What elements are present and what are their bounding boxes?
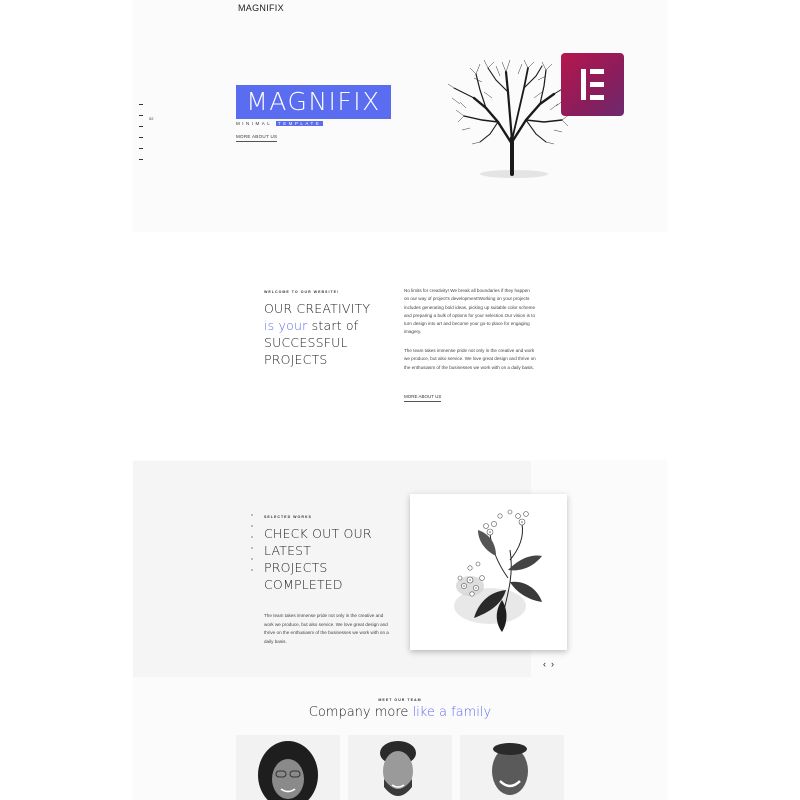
team-member-photo[interactable] xyxy=(460,735,564,800)
works-dot[interactable] xyxy=(251,547,253,549)
tree-icon xyxy=(447,59,575,178)
chevron-left-icon[interactable]: ‹ xyxy=(543,659,546,669)
team-heading-plain: Company more xyxy=(308,705,413,720)
works-dot[interactable] xyxy=(251,558,253,560)
works-heading-line4: COMPLETED xyxy=(264,577,343,592)
avatar xyxy=(236,735,340,800)
about-heading-line2: is your start of xyxy=(264,317,370,334)
about-eyebrow: WELCOME TO OUR WEBSITE! xyxy=(264,290,340,294)
about-paragraph-2: The team takes immense pride not only in… xyxy=(404,348,536,370)
about-heading-line1: OUR CREATIVITY xyxy=(264,301,371,316)
flower-icon xyxy=(454,509,542,632)
page-dot[interactable] xyxy=(139,104,143,105)
about-heading-line3: SUCCESSFUL xyxy=(264,335,348,350)
works-paragraph: The team takes immense pride not only in… xyxy=(264,613,389,644)
works-arrows: ‹ › xyxy=(543,659,559,669)
works-pagination xyxy=(251,514,253,580)
about-more-link[interactable]: MORE ABOUT US xyxy=(404,394,442,402)
hero-title: MAGNIFIX xyxy=(236,85,391,119)
project-card[interactable] xyxy=(410,494,567,650)
site-logo[interactable]: MAGNIFIX xyxy=(238,3,284,13)
works-heading: CHECK OUT OUR LATEST PROJECTS COMPLETED xyxy=(264,525,372,593)
about-heading-line2-rest: start of xyxy=(307,318,359,333)
works-eyebrow: SELECTED WORKS xyxy=(264,515,312,519)
team-member-photo[interactable] xyxy=(236,735,340,800)
page-number: 02 xyxy=(149,116,154,121)
team-member-photo[interactable] xyxy=(348,735,452,800)
page-dot[interactable] xyxy=(139,115,143,116)
avatar xyxy=(460,735,564,800)
elementor-logo-icon xyxy=(561,53,624,116)
hero-subtitle-highlight: TEMPLATE xyxy=(275,121,324,126)
hero-subtitle: MINIMAL TEMPLATE xyxy=(236,121,324,126)
works-heading-line2: LATEST xyxy=(264,543,312,558)
page-dot[interactable] xyxy=(139,159,143,160)
hero-more-about-link[interactable]: MORE ABOUT US xyxy=(236,134,278,142)
about-paragraph-1: No limits for creativity! We break all b… xyxy=(404,288,536,335)
works-heading-line1: CHECK OUT OUR xyxy=(264,526,372,541)
page-dot[interactable] xyxy=(139,148,143,149)
works-dot[interactable] xyxy=(251,536,253,538)
team-eyebrow: MEET OUR TEAM xyxy=(378,698,422,702)
works-dot[interactable] xyxy=(251,569,253,571)
team-heading-accent: like a family xyxy=(412,705,492,720)
side-pagination: 02 xyxy=(139,104,159,170)
about-heading-line4: PROJECTS xyxy=(264,352,328,367)
hero-subtitle-part1: MINIMAL xyxy=(236,121,276,126)
page-dot[interactable] xyxy=(139,126,143,127)
about-section xyxy=(133,232,667,460)
avatar xyxy=(348,735,452,800)
team-heading: Company more like a family xyxy=(0,705,800,720)
chevron-right-icon[interactable]: › xyxy=(551,659,554,669)
page-dot[interactable] xyxy=(139,137,143,138)
about-heading: OUR CREATIVITY is your start of SUCCESSF… xyxy=(264,300,370,368)
works-dot[interactable] xyxy=(251,514,253,516)
works-heading-line3: PROJECTS xyxy=(264,560,328,575)
works-dot[interactable] xyxy=(251,525,253,527)
about-heading-accent: is your xyxy=(264,318,308,333)
